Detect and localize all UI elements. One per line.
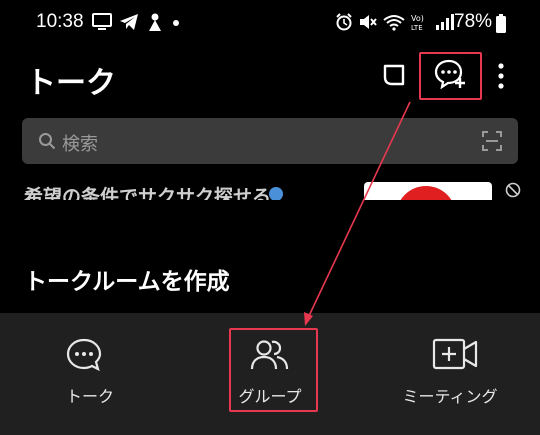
option-meeting[interactable]: ミーティング — [360, 313, 540, 435]
chat-bubble-icon — [66, 338, 102, 372]
lte-icon: Vo) LTE — [410, 12, 430, 36]
option-talk-label: トーク — [65, 387, 114, 406]
wifi-icon — [383, 13, 405, 35]
qr-scan-icon[interactable] — [481, 130, 503, 152]
ad-text: 希望の条件でサクサク探せる — [24, 186, 272, 200]
status-time: 10:38 — [36, 11, 84, 32]
dot-icon — [171, 13, 181, 31]
ad-banner[interactable]: 希望の条件でサクサク探せる — [0, 176, 540, 200]
group-highlight — [229, 328, 318, 412]
alarm-icon — [335, 13, 353, 35]
option-meeting-label: ミーティング — [402, 387, 498, 406]
svg-text:Vo): Vo) — [411, 14, 424, 23]
status-right-icons: Vo) LTE — [335, 12, 457, 36]
app-icon — [146, 12, 164, 32]
ad-hide-icon[interactable] — [505, 182, 521, 200]
battery-icon — [495, 14, 507, 38]
screen-icon — [92, 13, 112, 31]
mute-icon — [358, 13, 378, 35]
ad-image[interactable] — [364, 182, 492, 200]
search-icon — [39, 133, 56, 150]
globe-icon — [268, 186, 284, 200]
video-add-icon — [432, 338, 478, 370]
svg-text:LTE: LTE — [411, 24, 423, 32]
option-talk[interactable]: トーク — [0, 313, 180, 435]
open-chat-icon[interactable] — [381, 62, 407, 92]
search-placeholder: 検索 — [62, 134, 98, 155]
telegram-icon — [119, 13, 139, 31]
battery-percent: 78% — [454, 11, 493, 32]
status-left-icons — [92, 12, 181, 32]
status-bar: 10:38 Vo) LTE 78% — [0, 0, 540, 44]
search-bar[interactable]: 検索 — [22, 118, 518, 164]
page-title: トーク — [26, 66, 116, 101]
sheet-title: トークルームを作成 — [24, 269, 230, 295]
more-vert-icon[interactable] — [494, 62, 508, 94]
new-chat-highlight — [419, 52, 482, 100]
